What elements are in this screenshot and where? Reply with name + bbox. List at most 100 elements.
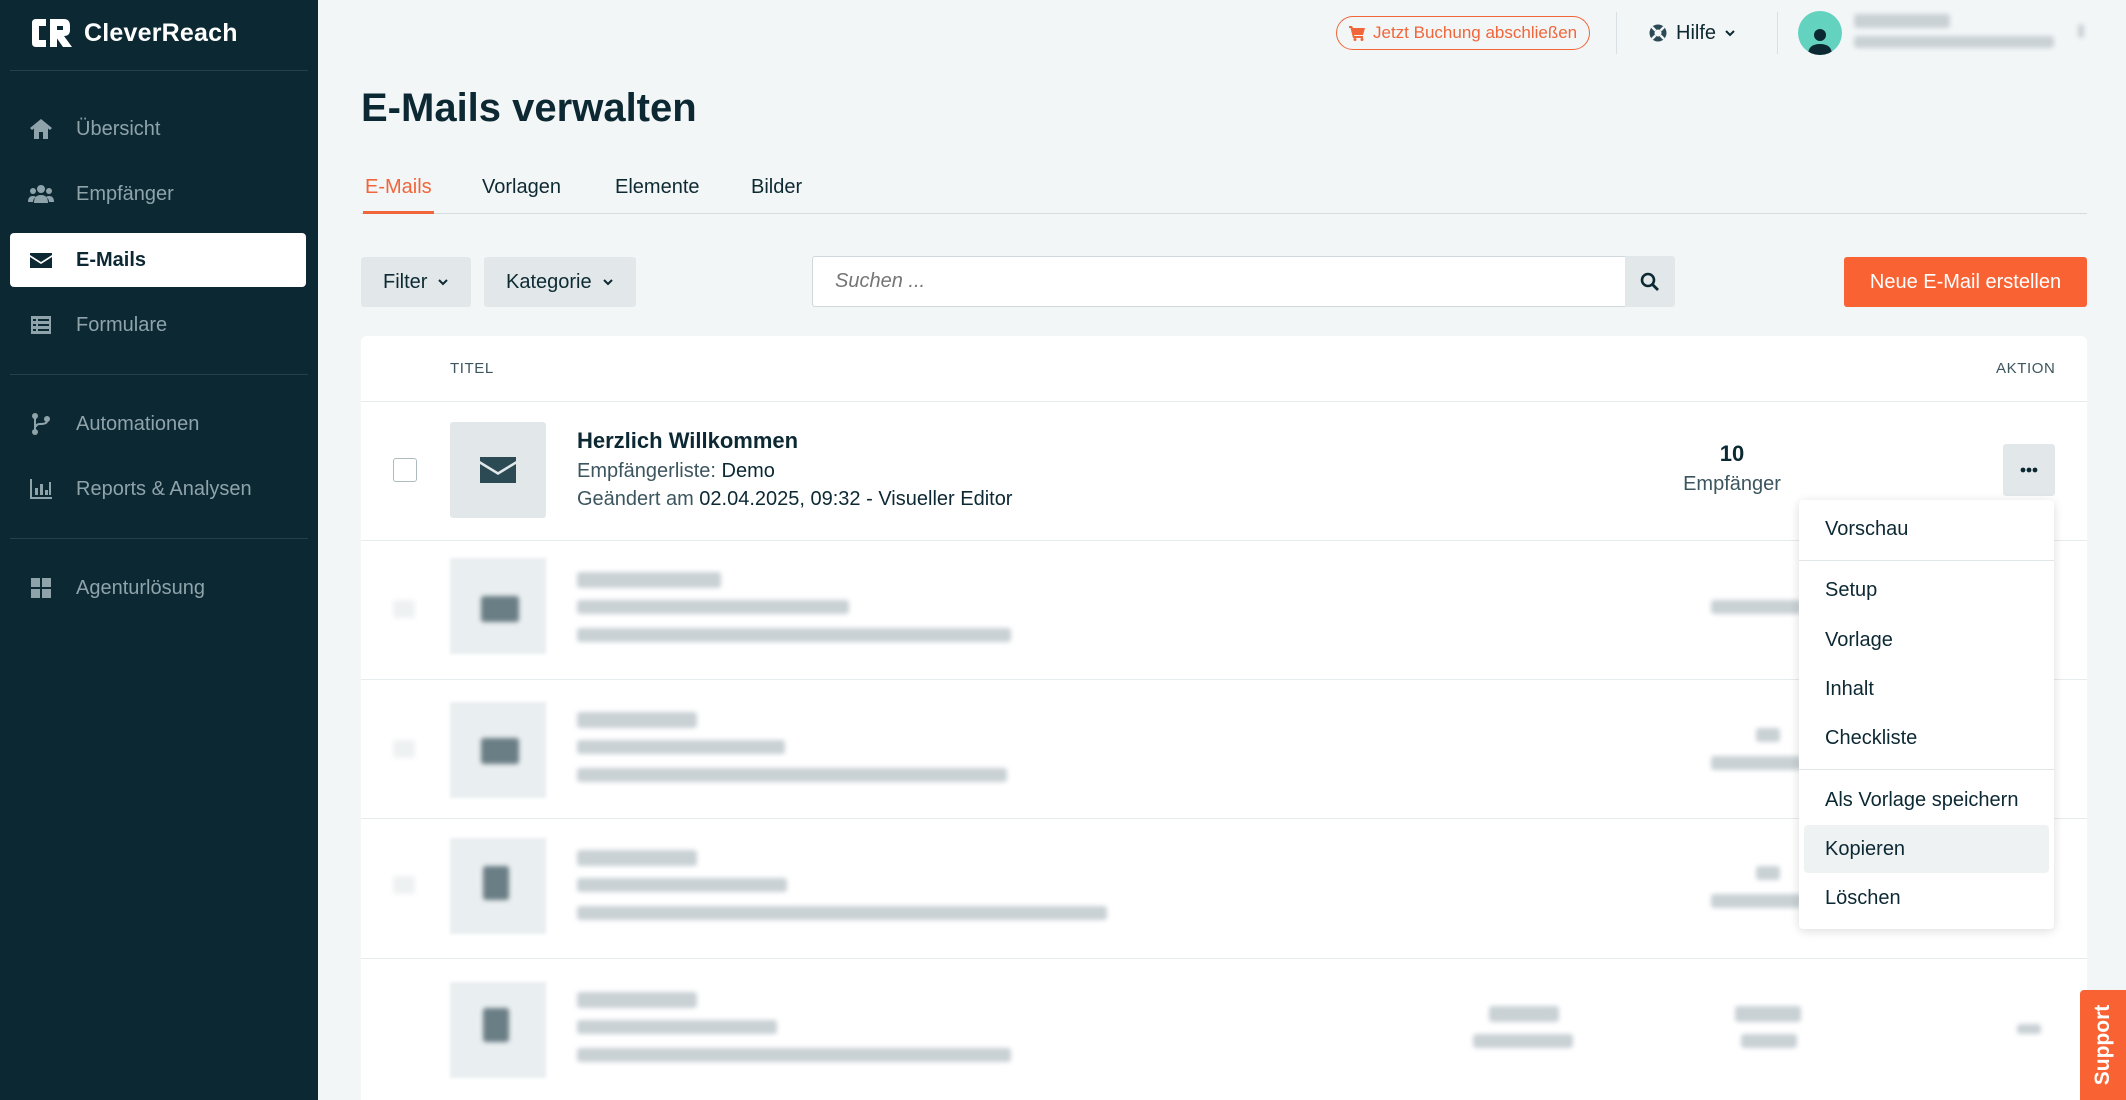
sidebar-item-label: Formulare: [76, 313, 168, 336]
avatar[interactable]: [1798, 11, 1842, 55]
email-list-redacted: [577, 1020, 777, 1034]
users-icon: [28, 185, 54, 203]
sidebar-item-label: Automationen: [76, 412, 200, 435]
support-label: Support: [2091, 1004, 2115, 1086]
menu-item-vorschau[interactable]: Vorschau: [1804, 505, 2049, 553]
row-divider: [361, 958, 2087, 959]
complete-booking-button[interactable]: Jetzt Buchung abschließen: [1336, 16, 1591, 50]
menu-item-vorlage[interactable]: Vorlage: [1804, 616, 2049, 664]
tab-emails[interactable]: E-Mails: [363, 172, 434, 214]
sidebar-item-automationen[interactable]: Automationen: [10, 397, 306, 451]
menu-item-loeschen[interactable]: Löschen: [1804, 874, 2049, 922]
recipients-redacted: [1741, 1034, 1797, 1048]
tab-bar: E-Mails Vorlagen Elemente Bilder: [361, 172, 2087, 214]
menu-item-inhalt[interactable]: Inhalt: [1804, 665, 2049, 713]
chevron-down-icon: [602, 279, 613, 286]
sidebar-item-agenturloesung[interactable]: Agenturlösung: [10, 561, 306, 615]
recipients-redacted: [1735, 1006, 1801, 1022]
recipient-list-label: Empfängerliste:: [577, 460, 716, 482]
email-changed-redacted: [577, 1048, 1011, 1062]
sidebar-item-label: E-Mails: [76, 248, 147, 271]
email-title[interactable]: Herzlich Willkommen: [577, 428, 798, 454]
menu-item-checkliste[interactable]: Checkliste: [1804, 714, 2049, 762]
row-checkbox-redacted[interactable]: [393, 740, 415, 758]
menu-item-setup[interactable]: Setup: [1804, 566, 2049, 614]
help-label: Hilfe: [1676, 21, 1717, 44]
new-email-button[interactable]: Neue E-Mail erstellen: [1844, 257, 2087, 307]
account-menu-redacted[interactable]: [2078, 24, 2084, 38]
recipient-count-label: Empfänger: [1683, 473, 1781, 495]
category-label: Kategorie: [506, 270, 592, 293]
email-changed-redacted: [577, 768, 1007, 782]
search-input[interactable]: [812, 256, 1626, 307]
topbar-divider: [1616, 12, 1617, 54]
row-checkbox[interactable]: [393, 458, 417, 482]
tab-vorlagen[interactable]: Vorlagen: [480, 172, 563, 214]
account-name-redacted: [1854, 14, 1950, 28]
stats-redacted: [1473, 1034, 1573, 1048]
more-actions-button[interactable]: [2003, 444, 2055, 496]
changed-label: Geändert am: [577, 488, 694, 510]
menu-divider: [1799, 769, 2054, 770]
column-header-action: AKTION: [1996, 360, 2056, 377]
row-checkbox-redacted[interactable]: [393, 600, 415, 618]
support-tab[interactable]: Support: [2080, 990, 2126, 1100]
thumbnail-icon-redacted: [483, 866, 509, 900]
ellipsis-icon: [2020, 467, 2038, 473]
topbar-divider: [1777, 12, 1778, 54]
sidebar-item-label: Empfänger: [76, 182, 174, 205]
email-changed-redacted: [577, 628, 1011, 642]
form-icon: [31, 316, 51, 334]
lifebuoy-icon: [1649, 24, 1667, 42]
thumbnail-icon-redacted: [483, 1008, 509, 1042]
tab-bilder[interactable]: Bilder: [749, 172, 804, 214]
page-title: E-Mails verwalten: [361, 86, 697, 130]
column-header-title: TITEL: [450, 360, 494, 377]
email-title-redacted: [577, 712, 697, 728]
recipients-redacted: [1756, 866, 1780, 880]
filter-dropdown[interactable]: Filter: [361, 257, 472, 307]
envelope-icon: [30, 253, 52, 268]
app-name: CleverReach: [84, 18, 238, 47]
changed-value: 02.04.2025, 09:32 - Visueller Editor: [699, 488, 1013, 510]
email-list-redacted: [577, 600, 849, 614]
recipient-list-value: Demo: [721, 460, 775, 482]
tab-elemente[interactable]: Elemente: [613, 172, 702, 214]
row-divider: [361, 401, 2087, 402]
home-icon: [30, 119, 52, 139]
sidebar-item-uebersicht[interactable]: Übersicht: [10, 102, 306, 156]
action-menu: Vorschau Setup Vorlage Inhalt Checkliste…: [1799, 500, 2054, 929]
sidebar-item-reports[interactable]: Reports & Analysen: [10, 462, 306, 516]
sidebar-item-emails[interactable]: E-Mails: [10, 233, 306, 287]
recipients-redacted: [1711, 894, 1801, 908]
email-thumbnail[interactable]: [450, 422, 546, 518]
category-dropdown[interactable]: Kategorie: [484, 257, 636, 307]
actions-redacted[interactable]: [2017, 1024, 2041, 1034]
sidebar-item-empfaenger[interactable]: Empfänger: [10, 167, 306, 221]
sidebar-item-formulare[interactable]: Formulare: [10, 298, 306, 352]
chevron-down-icon: [438, 279, 449, 286]
sidebar-item-label: Übersicht: [76, 117, 161, 140]
menu-divider: [1799, 560, 2054, 561]
sidebar: CleverReach Übersicht Empfänger E-Mails …: [0, 0, 318, 1100]
complete-booking-label: Jetzt Buchung abschließen: [1373, 23, 1578, 42]
sidebar-item-label: Reports & Analysen: [76, 477, 252, 500]
row-checkbox-redacted[interactable]: [393, 876, 415, 894]
account-email-redacted: [1854, 36, 2054, 48]
search-icon: [1640, 272, 1659, 291]
logo[interactable]: CleverReach: [30, 16, 238, 50]
grid-icon: [31, 578, 51, 598]
envelope-icon: [480, 457, 516, 483]
email-list-info: Empfängerliste: Demo: [577, 460, 775, 483]
recipients-redacted: [1756, 728, 1780, 742]
menu-item-als-vorlage-speichern[interactable]: Als Vorlage speichern: [1804, 776, 2049, 824]
help-menu[interactable]: Hilfe: [1648, 16, 1736, 50]
branch-icon: [32, 413, 50, 435]
recipient-count: 10: [1719, 441, 1745, 466]
menu-item-kopieren[interactable]: Kopieren: [1804, 825, 2049, 873]
email-changed-info: Geändert am 02.04.2025, 09:32 - Visuelle…: [577, 488, 1012, 511]
email-list-redacted: [577, 740, 785, 754]
search-button[interactable]: [1625, 256, 1675, 307]
recipients-redacted: [1711, 600, 1801, 614]
email-changed-redacted: [577, 906, 1107, 920]
